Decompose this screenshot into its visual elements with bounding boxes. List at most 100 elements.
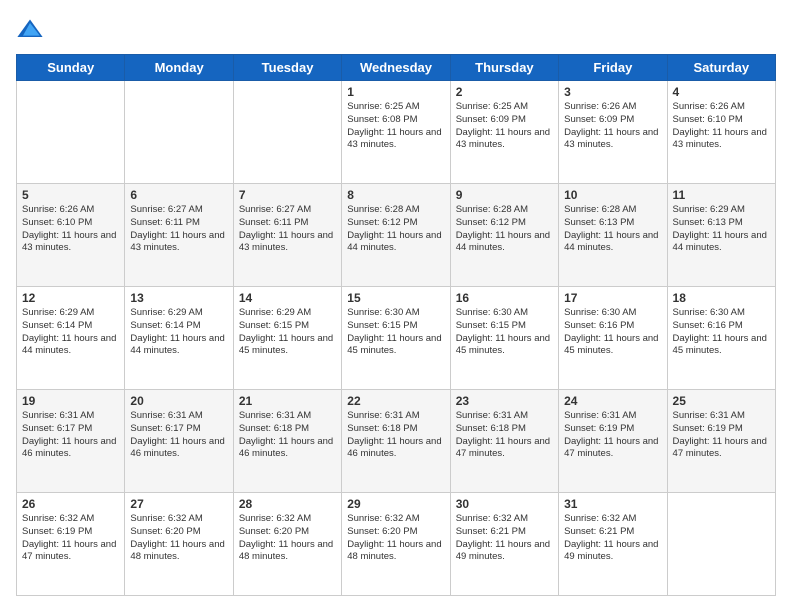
calendar-week-row: 19 Sunrise: 6:31 AM Sunset: 6:17 PM Dayli… <box>17 390 776 493</box>
calendar-cell: 15 Sunrise: 6:30 AM Sunset: 6:15 PM Dayli… <box>342 287 450 390</box>
calendar-cell: 10Sunrise: 6:28 AM Sunset: 6:13 PM Dayli… <box>559 184 667 287</box>
calendar-cell: 29 Sunrise: 6:32 AM Sunset: 6:20 PM Dayli… <box>342 493 450 596</box>
calendar-cell: 6 Sunrise: 6:27 AM Sunset: 6:11 PM Daylig… <box>125 184 233 287</box>
day-number: 12 <box>22 291 119 305</box>
calendar-cell: 3 Sunrise: 6:26 AM Sunset: 6:09 PM Daylig… <box>559 81 667 184</box>
calendar-cell: 17Sunrise: 6:30 AM Sunset: 6:16 PM Dayli… <box>559 287 667 390</box>
calendar-cell: 21 Sunrise: 6:31 AM Sunset: 6:18 PM Dayli… <box>233 390 341 493</box>
day-header-wednesday: Wednesday <box>342 55 450 81</box>
day-header-saturday: Saturday <box>667 55 775 81</box>
day-number: 26 <box>22 497 119 511</box>
day-number: 1 <box>347 85 444 99</box>
day-number: 3 <box>564 85 661 99</box>
day-info: Sunrise: 6:29 AM Sunset: 6:14 PM Dayligh… <box>22 307 119 358</box>
calendar-cell: 5Sunrise: 6:26 AM Sunset: 6:10 PM Daylig… <box>17 184 125 287</box>
calendar-week-row: 1 Sunrise: 6:25 AM Sunset: 6:08 PM Daylig… <box>17 81 776 184</box>
day-number: 18 <box>673 291 770 305</box>
calendar-cell <box>125 81 233 184</box>
calendar-week-row: 5Sunrise: 6:26 AM Sunset: 6:10 PM Daylig… <box>17 184 776 287</box>
day-number: 14 <box>239 291 336 305</box>
day-info: Sunrise: 6:30 AM Sunset: 6:15 PM Dayligh… <box>347 307 444 358</box>
calendar-cell: 18 Sunrise: 6:30 AM Sunset: 6:16 PM Dayli… <box>667 287 775 390</box>
calendar-cell: 11 Sunrise: 6:29 AM Sunset: 6:13 PM Dayli… <box>667 184 775 287</box>
day-number: 23 <box>456 394 553 408</box>
day-number: 25 <box>673 394 770 408</box>
day-number: 28 <box>239 497 336 511</box>
day-number: 4 <box>673 85 770 99</box>
day-info: Sunrise: 6:30 AM Sunset: 6:16 PM Dayligh… <box>673 307 770 358</box>
calendar-cell: 2Sunrise: 6:25 AM Sunset: 6:09 PM Daylig… <box>450 81 558 184</box>
day-info: Sunrise: 6:32 AM Sunset: 6:21 PM Dayligh… <box>564 513 661 564</box>
day-info: Sunrise: 6:28 AM Sunset: 6:12 PM Dayligh… <box>347 204 444 255</box>
day-header-friday: Friday <box>559 55 667 81</box>
day-header-monday: Monday <box>125 55 233 81</box>
calendar-cell: 16 Sunrise: 6:30 AM Sunset: 6:15 PM Dayli… <box>450 287 558 390</box>
day-header-thursday: Thursday <box>450 55 558 81</box>
day-number: 21 <box>239 394 336 408</box>
day-number: 13 <box>130 291 227 305</box>
calendar-cell: 30Sunrise: 6:32 AM Sunset: 6:21 PM Dayli… <box>450 493 558 596</box>
calendar-cell <box>667 493 775 596</box>
day-info: Sunrise: 6:25 AM Sunset: 6:09 PM Dayligh… <box>456 101 553 152</box>
calendar-cell: 27 Sunrise: 6:32 AM Sunset: 6:20 PM Dayli… <box>125 493 233 596</box>
header <box>16 16 776 44</box>
day-number: 27 <box>130 497 227 511</box>
day-info: Sunrise: 6:30 AM Sunset: 6:16 PM Dayligh… <box>564 307 661 358</box>
day-number: 5 <box>22 188 119 202</box>
calendar-cell: 14 Sunrise: 6:29 AM Sunset: 6:15 PM Dayli… <box>233 287 341 390</box>
day-number: 29 <box>347 497 444 511</box>
day-info: Sunrise: 6:32 AM Sunset: 6:20 PM Dayligh… <box>347 513 444 564</box>
calendar-cell: 22 Sunrise: 6:31 AM Sunset: 6:18 PM Dayli… <box>342 390 450 493</box>
calendar-table: SundayMondayTuesdayWednesdayThursdayFrid… <box>16 54 776 596</box>
calendar-cell: 9 Sunrise: 6:28 AM Sunset: 6:12 PM Daylig… <box>450 184 558 287</box>
day-info: Sunrise: 6:31 AM Sunset: 6:18 PM Dayligh… <box>239 410 336 461</box>
page: SundayMondayTuesdayWednesdayThursdayFrid… <box>0 0 792 612</box>
calendar-cell: 20Sunrise: 6:31 AM Sunset: 6:17 PM Dayli… <box>125 390 233 493</box>
day-info: Sunrise: 6:31 AM Sunset: 6:19 PM Dayligh… <box>564 410 661 461</box>
calendar-cell: 12 Sunrise: 6:29 AM Sunset: 6:14 PM Dayli… <box>17 287 125 390</box>
calendar-cell: 28 Sunrise: 6:32 AM Sunset: 6:20 PM Dayli… <box>233 493 341 596</box>
day-number: 15 <box>347 291 444 305</box>
day-info: Sunrise: 6:31 AM Sunset: 6:18 PM Dayligh… <box>347 410 444 461</box>
day-info: Sunrise: 6:32 AM Sunset: 6:20 PM Dayligh… <box>130 513 227 564</box>
day-info: Sunrise: 6:30 AM Sunset: 6:15 PM Dayligh… <box>456 307 553 358</box>
day-info: Sunrise: 6:29 AM Sunset: 6:15 PM Dayligh… <box>239 307 336 358</box>
calendar-week-row: 26Sunrise: 6:32 AM Sunset: 6:19 PM Dayli… <box>17 493 776 596</box>
day-number: 6 <box>130 188 227 202</box>
day-info: Sunrise: 6:28 AM Sunset: 6:12 PM Dayligh… <box>456 204 553 255</box>
calendar-week-row: 12 Sunrise: 6:29 AM Sunset: 6:14 PM Dayli… <box>17 287 776 390</box>
day-info: Sunrise: 6:31 AM Sunset: 6:18 PM Dayligh… <box>456 410 553 461</box>
day-number: 7 <box>239 188 336 202</box>
calendar-cell: 19 Sunrise: 6:31 AM Sunset: 6:17 PM Dayli… <box>17 390 125 493</box>
day-number: 16 <box>456 291 553 305</box>
day-info: Sunrise: 6:27 AM Sunset: 6:11 PM Dayligh… <box>130 204 227 255</box>
calendar-cell: 4 Sunrise: 6:26 AM Sunset: 6:10 PM Daylig… <box>667 81 775 184</box>
day-number: 31 <box>564 497 661 511</box>
day-number: 10 <box>564 188 661 202</box>
day-info: Sunrise: 6:27 AM Sunset: 6:11 PM Dayligh… <box>239 204 336 255</box>
day-info: Sunrise: 6:26 AM Sunset: 6:10 PM Dayligh… <box>673 101 770 152</box>
day-number: 8 <box>347 188 444 202</box>
day-info: Sunrise: 6:32 AM Sunset: 6:20 PM Dayligh… <box>239 513 336 564</box>
calendar-cell: 25Sunrise: 6:31 AM Sunset: 6:19 PM Dayli… <box>667 390 775 493</box>
day-info: Sunrise: 6:26 AM Sunset: 6:09 PM Dayligh… <box>564 101 661 152</box>
calendar-cell: 31 Sunrise: 6:32 AM Sunset: 6:21 PM Dayli… <box>559 493 667 596</box>
day-number: 22 <box>347 394 444 408</box>
logo <box>16 16 48 44</box>
day-number: 19 <box>22 394 119 408</box>
calendar-cell <box>17 81 125 184</box>
calendar-cell: 26Sunrise: 6:32 AM Sunset: 6:19 PM Dayli… <box>17 493 125 596</box>
day-info: Sunrise: 6:25 AM Sunset: 6:08 PM Dayligh… <box>347 101 444 152</box>
day-header-tuesday: Tuesday <box>233 55 341 81</box>
calendar-cell: 8 Sunrise: 6:28 AM Sunset: 6:12 PM Daylig… <box>342 184 450 287</box>
calendar-cell: 1 Sunrise: 6:25 AM Sunset: 6:08 PM Daylig… <box>342 81 450 184</box>
day-info: Sunrise: 6:31 AM Sunset: 6:17 PM Dayligh… <box>130 410 227 461</box>
day-number: 9 <box>456 188 553 202</box>
logo-icon <box>16 16 44 44</box>
day-number: 11 <box>673 188 770 202</box>
calendar-cell: 23 Sunrise: 6:31 AM Sunset: 6:18 PM Dayli… <box>450 390 558 493</box>
calendar-cell <box>233 81 341 184</box>
day-info: Sunrise: 6:29 AM Sunset: 6:13 PM Dayligh… <box>673 204 770 255</box>
day-info: Sunrise: 6:31 AM Sunset: 6:17 PM Dayligh… <box>22 410 119 461</box>
calendar-cell: 7 Sunrise: 6:27 AM Sunset: 6:11 PM Daylig… <box>233 184 341 287</box>
